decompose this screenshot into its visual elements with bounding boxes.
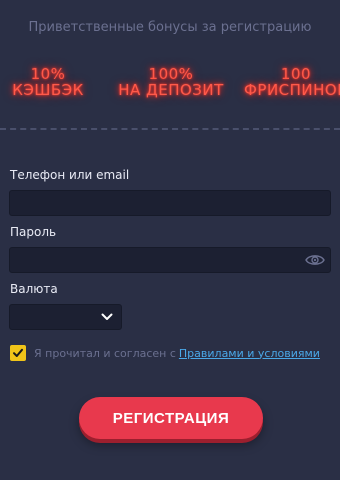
chevron-down-icon xyxy=(101,313,113,320)
password-input[interactable] xyxy=(9,247,331,273)
terms-link[interactable]: Правилами и условиями xyxy=(179,347,320,360)
agree-checkbox[interactable] xyxy=(10,345,26,361)
login-input[interactable] xyxy=(9,190,331,216)
bonus-freespins-label: ФРИСПИНОВ xyxy=(243,81,340,99)
bonus-deposit: 100% НА ДЕПОЗИТ xyxy=(113,66,229,98)
bonus-freespins: 100 ФРИСПИНОВ xyxy=(236,66,340,98)
bonus-cashback-value: 10% xyxy=(30,65,66,83)
eye-icon[interactable] xyxy=(305,252,325,268)
register-button[interactable]: РЕГИСТРАЦИЯ xyxy=(79,397,263,439)
bonus-cashback: 10% КЭШБЭК xyxy=(8,66,88,98)
check-icon xyxy=(13,348,23,357)
currency-label: Валюта xyxy=(10,282,58,296)
dashed-divider xyxy=(0,128,340,130)
bonus-row: 10% КЭШБЭК 100% НА ДЕПОЗИТ 100 ФРИСПИНОВ xyxy=(0,66,340,106)
currency-select[interactable] xyxy=(9,304,122,330)
bonus-title: Приветственные бонусы за регистрацию xyxy=(28,20,312,35)
password-label: Пароль xyxy=(10,225,57,239)
agree-text: Я прочитал и согласен с xyxy=(34,346,176,360)
bonus-cashback-label: КЭШБЭК xyxy=(12,81,84,99)
agree-row: Я прочитал и согласен с Правилами и усло… xyxy=(10,344,320,362)
bonus-freespins-value: 100 xyxy=(280,65,312,83)
bonus-deposit-label: НА ДЕПОЗИТ xyxy=(118,81,224,99)
registration-panel: Приветственные бонусы за регистрацию 10%… xyxy=(0,0,340,480)
bonus-deposit-value: 100% xyxy=(148,65,194,83)
login-label: Телефон или email xyxy=(10,168,130,182)
